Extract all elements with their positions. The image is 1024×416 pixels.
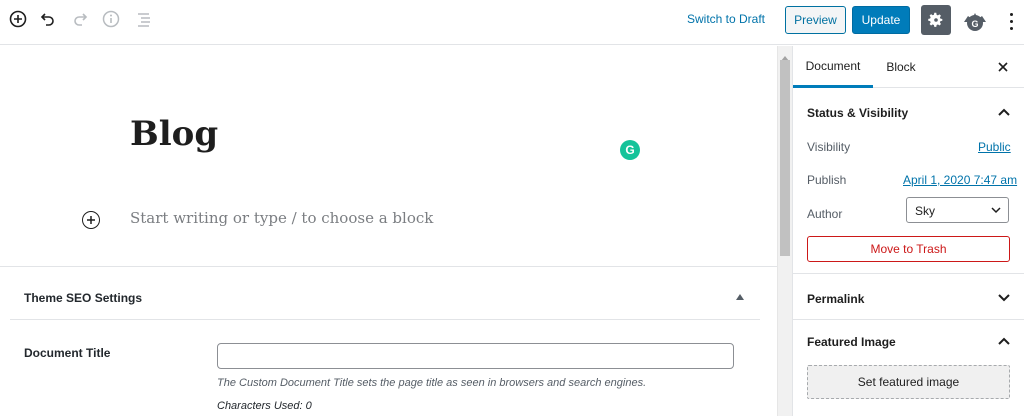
document-title-help: The Custom Document Title sets the page …: [217, 377, 647, 389]
document-title-input[interactable]: [217, 343, 734, 369]
scroll-thumb[interactable]: [780, 60, 790, 256]
grammarly-icon[interactable]: G: [620, 140, 640, 160]
metabox-header[interactable]: Theme SEO Settings: [10, 267, 760, 320]
tab-document[interactable]: Document: [793, 46, 873, 88]
sidebar-tabs: Document Block: [793, 46, 1024, 88]
avatar-letter: G: [971, 19, 978, 29]
switch-to-draft-button[interactable]: Switch to Draft: [680, 12, 772, 30]
status-visibility-title[interactable]: Status & Visibility: [807, 106, 908, 120]
redo-icon[interactable]: [69, 8, 91, 30]
author-select-value: Sky: [915, 204, 936, 218]
outline-icon[interactable]: [133, 8, 155, 30]
featured-image-panel: Featured Image Set featured image: [793, 321, 1024, 416]
editor-top-toolbar: Switch to Draft Preview Update G: [0, 0, 1024, 45]
publish-label: Publish: [807, 173, 847, 187]
metabox-title: Theme SEO Settings: [24, 291, 143, 305]
permalink-panel[interactable]: Permalink: [793, 275, 1024, 320]
move-to-trash-button[interactable]: Move to Trash: [807, 236, 1010, 262]
scroll-up-arrow-icon[interactable]: [781, 49, 789, 61]
characters-used: Characters Used: 0: [217, 400, 312, 412]
theme-seo-metabox: Theme SEO Settings Document Title The Cu…: [0, 266, 777, 416]
author-label: Author: [807, 207, 843, 221]
editor-scrollbar[interactable]: [777, 46, 792, 416]
inline-add-block-icon[interactable]: [82, 211, 100, 229]
document-title-label: Document Title: [24, 346, 111, 360]
close-icon[interactable]: [995, 59, 1011, 75]
publish-date-link[interactable]: April 1, 2020 7:47 am: [903, 173, 1017, 187]
preview-button[interactable]: Preview: [785, 6, 846, 34]
tab-block[interactable]: Block: [873, 46, 929, 88]
chevron-up-icon[interactable]: [997, 334, 1011, 348]
visibility-link[interactable]: Public: [978, 140, 1011, 154]
add-block-icon[interactable]: [7, 8, 29, 30]
visibility-label: Visibility: [807, 140, 851, 154]
set-featured-image-button[interactable]: Set featured image: [807, 365, 1010, 399]
info-icon[interactable]: [100, 8, 122, 30]
status-visibility-panel: Status & Visibility Visibility Public Pu…: [793, 89, 1024, 274]
editor-canvas: Blog G Start writing or type / to choose…: [0, 46, 777, 416]
user-avatar[interactable]: G: [962, 7, 988, 33]
more-vertical-icon[interactable]: [1005, 8, 1017, 34]
collapse-triangle-icon[interactable]: [734, 291, 746, 303]
undo-icon[interactable]: [37, 8, 59, 30]
permalink-title: Permalink: [807, 292, 865, 306]
update-button[interactable]: Update: [852, 6, 910, 34]
chevron-down-icon: [990, 204, 1002, 219]
settings-sidebar: Document Block Status & Visibility Visib…: [792, 46, 1024, 416]
featured-image-title[interactable]: Featured Image: [807, 335, 896, 349]
chevron-up-icon[interactable]: [997, 105, 1011, 119]
gear-icon: [928, 12, 943, 27]
post-title[interactable]: Blog: [130, 114, 218, 154]
chevron-down-icon[interactable]: [997, 291, 1011, 305]
block-placeholder[interactable]: Start writing or type / to choose a bloc…: [130, 209, 433, 227]
settings-button[interactable]: [921, 5, 951, 35]
author-select[interactable]: Sky: [906, 197, 1009, 223]
